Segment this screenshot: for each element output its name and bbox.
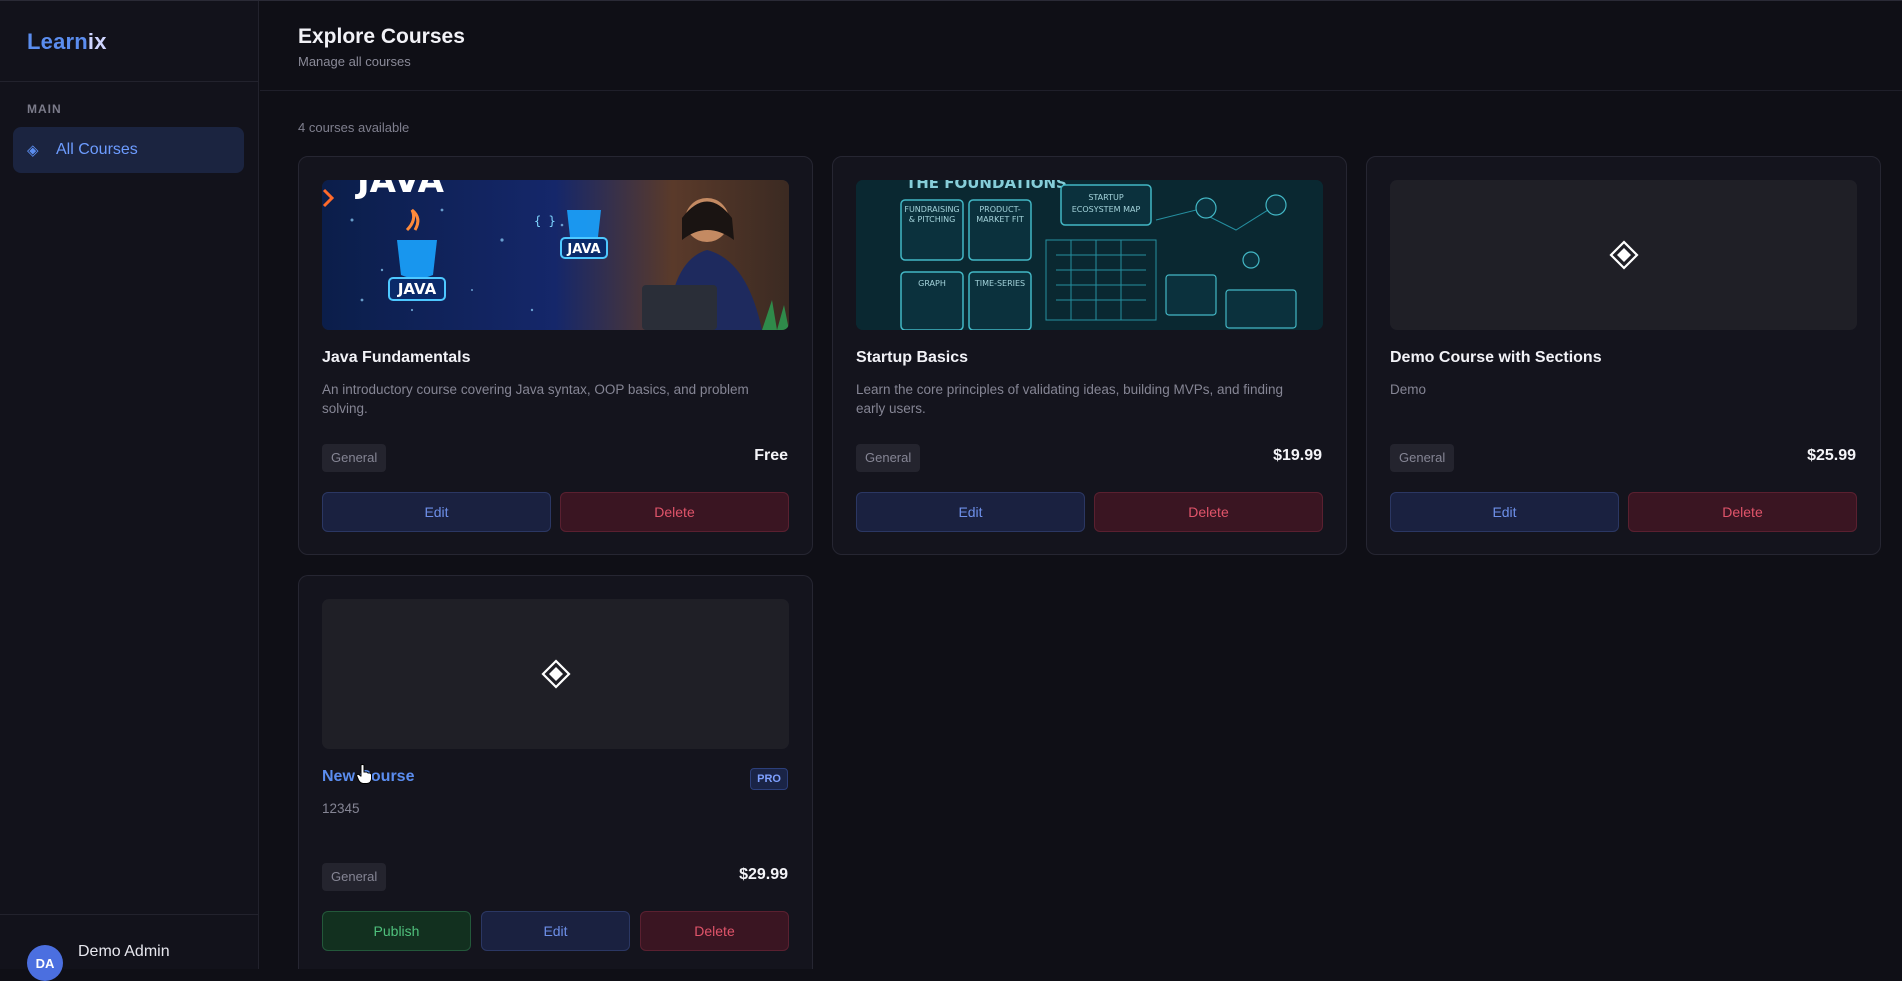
- edit-button[interactable]: Edit: [481, 911, 630, 951]
- avatar[interactable]: DA: [27, 945, 63, 981]
- edit-button[interactable]: Edit: [856, 492, 1085, 532]
- svg-text:{ }: { }: [534, 214, 556, 228]
- category-badge: General: [1390, 444, 1455, 472]
- svg-text:JAVA: JAVA: [355, 180, 445, 201]
- diamond-icon: [1608, 240, 1639, 270]
- page-subtitle: Manage all courses: [298, 54, 411, 69]
- svg-text:JAVA: JAVA: [397, 280, 437, 298]
- course-card-demo: Demo Course with Sections Demo General $…: [1366, 156, 1881, 555]
- user-name: Demo Admin: [78, 943, 170, 960]
- course-description: Learn the core principles of validating …: [856, 382, 1284, 416]
- diamond-icon: [540, 659, 571, 689]
- logo-part-ix: ix: [87, 29, 107, 54]
- delete-button[interactable]: Delete: [640, 911, 789, 951]
- course-description: 12345: [322, 801, 360, 816]
- category-badge: General: [856, 444, 921, 472]
- course-price: Free: [754, 447, 788, 464]
- delete-button[interactable]: Delete: [560, 492, 789, 532]
- pro-badge: PRO: [750, 768, 788, 790]
- course-price: $29.99: [739, 866, 788, 883]
- sidebar-item-all-courses[interactable]: ◈ All Courses: [13, 127, 244, 173]
- page-title: Explore Courses: [298, 25, 465, 48]
- course-thumbnail-placeholder[interactable]: [1390, 180, 1857, 330]
- edit-button[interactable]: Edit: [1390, 492, 1619, 532]
- sidebar-section-label: MAIN: [27, 102, 62, 116]
- course-thumbnail-placeholder[interactable]: [322, 599, 789, 749]
- course-price: $19.99: [1273, 447, 1322, 464]
- hand-cursor-icon: [356, 764, 372, 784]
- app-logo[interactable]: Learnix: [27, 29, 107, 55]
- course-card-startup: THE FOUNDATIONS FUNDRAISING & PITCHING P…: [832, 156, 1347, 555]
- sidebar: Learnix MAIN ◈ All Courses DA Demo Admin: [0, 1, 259, 981]
- category-badge: General: [322, 863, 387, 891]
- page-header: Explore Courses Manage all courses: [260, 1, 1902, 91]
- course-title[interactable]: Startup Basics: [856, 349, 968, 367]
- course-thumbnail[interactable]: JAVA JAVA JAVA { }: [322, 180, 789, 330]
- delete-button[interactable]: Delete: [1628, 492, 1857, 532]
- startup-illustration: THE FOUNDATIONS FUNDRAISING & PITCHING P…: [856, 180, 1323, 330]
- sidebar-divider: [0, 81, 259, 82]
- diamond-icon: ◈: [27, 142, 39, 159]
- sidebar-item-label: All Courses: [56, 141, 138, 158]
- course-card-new: New Course PRO 12345 General $29.99 Publ…: [298, 575, 813, 969]
- sidebar-bottom-divider: [0, 914, 259, 915]
- logo-part-learn: Learn: [27, 29, 88, 54]
- course-description: An introductory course covering Java syn…: [322, 382, 749, 416]
- edit-button[interactable]: Edit: [322, 492, 551, 532]
- java-illustration: JAVA JAVA JAVA { }: [322, 180, 789, 330]
- svg-text:JAVA: JAVA: [566, 242, 600, 257]
- course-price: $25.99: [1807, 447, 1856, 464]
- course-title[interactable]: Java Fundamentals: [322, 349, 471, 367]
- courses-count: 4 courses available: [298, 120, 410, 135]
- delete-button[interactable]: Delete: [1094, 492, 1323, 532]
- course-description: Demo: [1390, 382, 1427, 397]
- course-thumbnail[interactable]: THE FOUNDATIONS FUNDRAISING & PITCHING P…: [856, 180, 1323, 330]
- category-badge: General: [322, 444, 387, 472]
- course-title[interactable]: Demo Course with Sections: [1390, 349, 1602, 367]
- publish-button[interactable]: Publish: [322, 911, 471, 951]
- course-card-java: JAVA JAVA JAVA { } Java Fundamentals An …: [298, 156, 813, 555]
